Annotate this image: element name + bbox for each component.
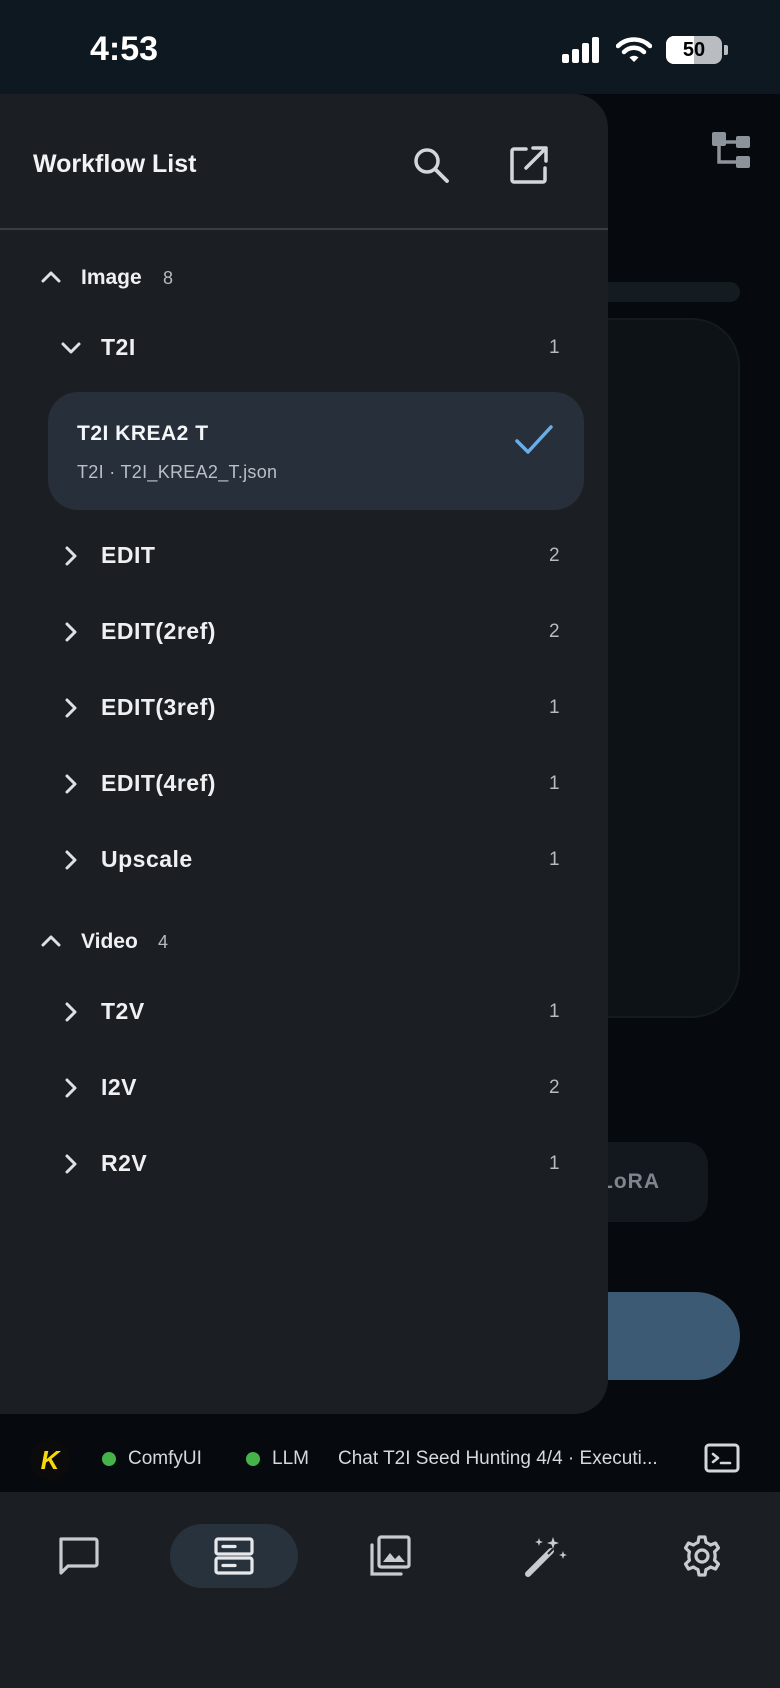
category-t2i[interactable]: T2I 1 — [0, 318, 608, 378]
drawer-header: Workflow List — [0, 94, 608, 230]
gallery-icon — [370, 1535, 411, 1576]
search-button[interactable] — [408, 142, 454, 188]
category-edit[interactable]: EDIT 2 — [0, 526, 608, 586]
group-count: 4 — [158, 931, 169, 952]
wifi-icon — [616, 37, 652, 62]
nav-magic[interactable] — [482, 1524, 610, 1588]
category-label: EDIT(3ref) — [101, 694, 216, 720]
open-external-icon — [510, 146, 548, 184]
chevron-right-icon — [65, 698, 77, 718]
category-label: EDIT — [101, 542, 156, 568]
workflows-icon — [214, 1537, 254, 1575]
category-count: 1 — [549, 849, 560, 870]
category-label: EDIT(2ref) — [101, 618, 216, 644]
service-label: ComfyUI — [128, 1448, 202, 1469]
connection-status-strip: K ComfyUI LLM Chat T2I Seed Hunting 4/4 … — [0, 1428, 780, 1492]
battery-indicator: 50 — [666, 36, 722, 64]
app-logo: K — [30, 1440, 70, 1480]
chevron-right-icon — [65, 774, 77, 794]
status-time: 4:53 — [90, 30, 159, 68]
chevron-right-icon — [65, 850, 77, 870]
open-external-button[interactable] — [506, 142, 552, 188]
category-label: T2V — [101, 998, 145, 1024]
category-count: 1 — [549, 697, 560, 718]
nav-settings[interactable] — [638, 1524, 766, 1588]
category-count: 1 — [549, 773, 560, 794]
category-count: 2 — [549, 545, 560, 566]
category-label: EDIT(4ref) — [101, 770, 216, 796]
nav-workflows[interactable] — [170, 1524, 298, 1588]
workflow-name: T2I KREA2 T — [77, 422, 209, 445]
category-label: I2V — [101, 1074, 138, 1100]
chevron-right-icon — [65, 1002, 77, 1022]
search-icon — [414, 148, 449, 183]
chevron-right-icon — [65, 1154, 77, 1174]
check-icon — [515, 425, 553, 454]
category-edit-4ref[interactable]: EDIT(4ref) 1 — [0, 754, 608, 814]
workflow-drawer: Workflow List Image 8 T2I 1 T2I KREA2 T … — [0, 94, 608, 1414]
group-label: Image — [81, 266, 142, 289]
chevron-right-icon — [65, 622, 77, 642]
group-video[interactable]: Video 4 — [0, 914, 608, 970]
bottom-navigation — [0, 1492, 780, 1688]
category-r2v[interactable]: R2V 1 — [0, 1134, 608, 1194]
chat-icon — [59, 1537, 99, 1575]
terminal-button[interactable] — [704, 1442, 740, 1479]
category-count: 2 — [549, 1077, 560, 1098]
category-label: Upscale — [101, 846, 193, 872]
terminal-icon — [704, 1443, 740, 1473]
workflow-graph-icon[interactable] — [710, 130, 752, 175]
category-label: T2I — [101, 334, 136, 360]
group-label: Video — [81, 930, 138, 953]
nav-chat[interactable] — [14, 1524, 142, 1588]
chevron-down-icon — [61, 342, 81, 354]
service-comfyui: ComfyUI — [102, 1448, 202, 1470]
service-llm: LLM — [246, 1448, 309, 1470]
category-edit-2ref[interactable]: EDIT(2ref) 2 — [0, 602, 608, 662]
status-icons: 50 — [562, 36, 728, 64]
category-upscale[interactable]: Upscale 1 — [0, 830, 608, 890]
category-count: 2 — [549, 621, 560, 642]
workflow-item-selected[interactable]: T2I KREA2 T T2I · T2I_KREA2_T.json — [48, 392, 584, 510]
status-dot — [102, 1452, 116, 1466]
magic-wand-icon — [525, 1537, 567, 1577]
chevron-up-icon — [41, 935, 61, 947]
group-image[interactable]: Image 8 — [0, 250, 608, 306]
nav-gallery[interactable] — [326, 1524, 454, 1588]
category-edit-3ref[interactable]: EDIT(3ref) 1 — [0, 678, 608, 738]
gear-icon — [683, 1535, 721, 1577]
chevron-up-icon — [41, 271, 61, 283]
category-count: 1 — [549, 1001, 560, 1022]
workflow-subtitle: T2I · T2I_KREA2_T.json — [77, 462, 278, 482]
status-bar: 4:53 50 — [0, 0, 780, 94]
category-t2v[interactable]: T2V 1 — [0, 982, 608, 1042]
task-status-text[interactable]: Chat T2I Seed Hunting 4/4 · Executi... — [338, 1448, 688, 1470]
chevron-right-icon — [65, 546, 77, 566]
signal-icon — [562, 37, 599, 63]
service-label: LLM — [272, 1448, 309, 1469]
lora-chip-label: LoRA — [600, 1170, 660, 1193]
status-dot — [246, 1452, 260, 1466]
category-i2v[interactable]: I2V 2 — [0, 1058, 608, 1118]
category-count: 1 — [549, 337, 560, 358]
battery-level: 50 — [682, 38, 706, 61]
category-count: 1 — [549, 1153, 560, 1174]
category-label: R2V — [101, 1150, 148, 1176]
chevron-right-icon — [65, 1078, 77, 1098]
group-count: 8 — [163, 267, 174, 288]
drawer-title: Workflow List — [33, 150, 197, 178]
